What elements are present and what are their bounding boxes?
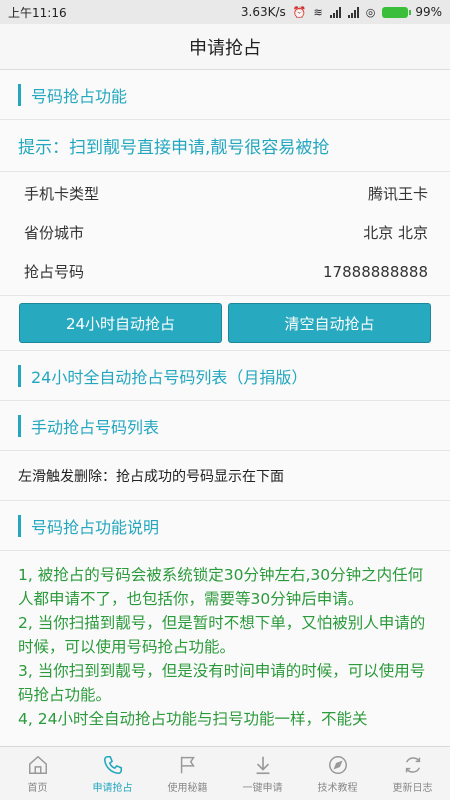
field-value: 北京 北京 (363, 224, 428, 242)
wifi-icon: ≋ (313, 5, 323, 19)
main-content[interactable]: 号码抢占功能 提示：扫到靓号直接申请,靓号很容易被抢 手机卡类型 腾讯王卡 省份… (0, 70, 450, 746)
explain-line: 2, 当你扫描到靓号，但是暂时不想下单，又怕被别人申请的时候，可以使用号码抢占功… (18, 614, 426, 656)
field-list: 手机卡类型 腾讯王卡 省份城市 北京 北京 抢占号码 17888888888 (0, 172, 450, 296)
battery-level: 99% (415, 5, 442, 19)
alarm-icon: ⏰ (292, 5, 307, 19)
title-bar: 申请抢占 (0, 24, 450, 70)
field-value: 17888888888 (323, 262, 428, 281)
section-grab-feature: 号码抢占功能 (0, 70, 450, 120)
section-title: 24小时全自动抢占号码列表（月捐版） (31, 367, 308, 387)
explain-text: 1, 被抢占的号码会被系统锁定30分钟左右,30分钟之内任何人都申请不了，也包括… (0, 551, 450, 731)
bottom-nav: 首页 申请抢占 使用秘籍 一键申请 技术教程 更新日志 (0, 746, 450, 800)
field-card-type[interactable]: 手机卡类型 腾讯王卡 (0, 174, 450, 213)
section-auto-list[interactable]: 24小时全自动抢占号码列表（月捐版） (0, 351, 450, 401)
section-title: 号码抢占功能 (31, 86, 128, 106)
section-title: 号码抢占功能说明 (31, 517, 160, 537)
nav-item-tutorials[interactable]: 技术教程 (300, 747, 375, 800)
field-label: 抢占号码 (24, 263, 85, 281)
nav-label: 更新日志 (392, 782, 433, 794)
nav-item-apply-grab[interactable]: 申请抢占 (75, 747, 150, 800)
section-marker (18, 414, 21, 437)
compass-icon (328, 755, 347, 774)
tip-text: 提示：扫到靓号直接申请,靓号很容易被抢 (0, 120, 450, 172)
field-label: 手机卡类型 (24, 185, 100, 203)
explain-line: 3, 当你扫到到靓号，但是没有时间申请的时候，可以使用号码抢占功能。 (18, 662, 426, 704)
explain-line: 4, 24小时全自动抢占功能与扫号功能一样，不能关 (18, 710, 368, 728)
action-buttons: 24小时自动抢占 清空自动抢占 (0, 296, 450, 351)
nav-label: 使用秘籍 (167, 782, 208, 794)
nav-label: 技术教程 (317, 782, 358, 794)
clear-auto-grab-button[interactable]: 清空自动抢占 (228, 303, 431, 343)
auto-grab-button[interactable]: 24小时自动抢占 (19, 303, 222, 343)
phone-icon (103, 755, 122, 774)
explain-line: 1, 被抢占的号码会被系统锁定30分钟左右,30分钟之内任何人都申请不了，也包括… (18, 566, 424, 608)
nav-item-one-click[interactable]: 一键申请 (225, 747, 300, 800)
signal-2-icon (347, 6, 359, 18)
section-explain: 号码抢占功能说明 (0, 501, 450, 551)
home-icon (28, 755, 47, 774)
section-manual-list[interactable]: 手动抢占号码列表 (0, 401, 450, 451)
headset-icon: ◎ (365, 5, 376, 19)
field-grab-number[interactable]: 抢占号码 17888888888 (0, 252, 450, 291)
flag-icon (180, 756, 195, 773)
nav-label: 首页 (27, 782, 48, 794)
nav-item-home[interactable]: 首页 (0, 747, 75, 800)
status-bar: 上午11:16 3.63K/s ⏰ ≋ ◎ 99% (0, 0, 450, 24)
swipe-note: 左滑触发删除：抢占成功的号码显示在下面 (0, 451, 450, 501)
refresh-icon (405, 756, 420, 773)
battery-icon (382, 6, 412, 18)
status-icons: 3.63K/s ⏰ ≋ ◎ 99% (241, 5, 442, 19)
signal-icon (329, 6, 341, 18)
section-marker (18, 364, 21, 387)
field-province-city[interactable]: 省份城市 北京 北京 (0, 213, 450, 252)
download-icon (256, 756, 269, 774)
section-marker (18, 514, 21, 537)
section-marker (18, 83, 21, 106)
nav-item-tips[interactable]: 使用秘籍 (150, 747, 225, 800)
nav-label: 一键申请 (242, 782, 283, 794)
network-speed: 3.63K/s (240, 5, 286, 19)
status-time: 上午11:16 (8, 5, 67, 20)
section-title: 手动抢占号码列表 (31, 417, 160, 437)
field-label: 省份城市 (24, 224, 85, 242)
nav-item-changelog[interactable]: 更新日志 (375, 747, 450, 800)
nav-label: 申请抢占 (92, 782, 133, 794)
page-title: 申请抢占 (189, 37, 261, 59)
field-value: 腾讯王卡 (367, 185, 428, 203)
